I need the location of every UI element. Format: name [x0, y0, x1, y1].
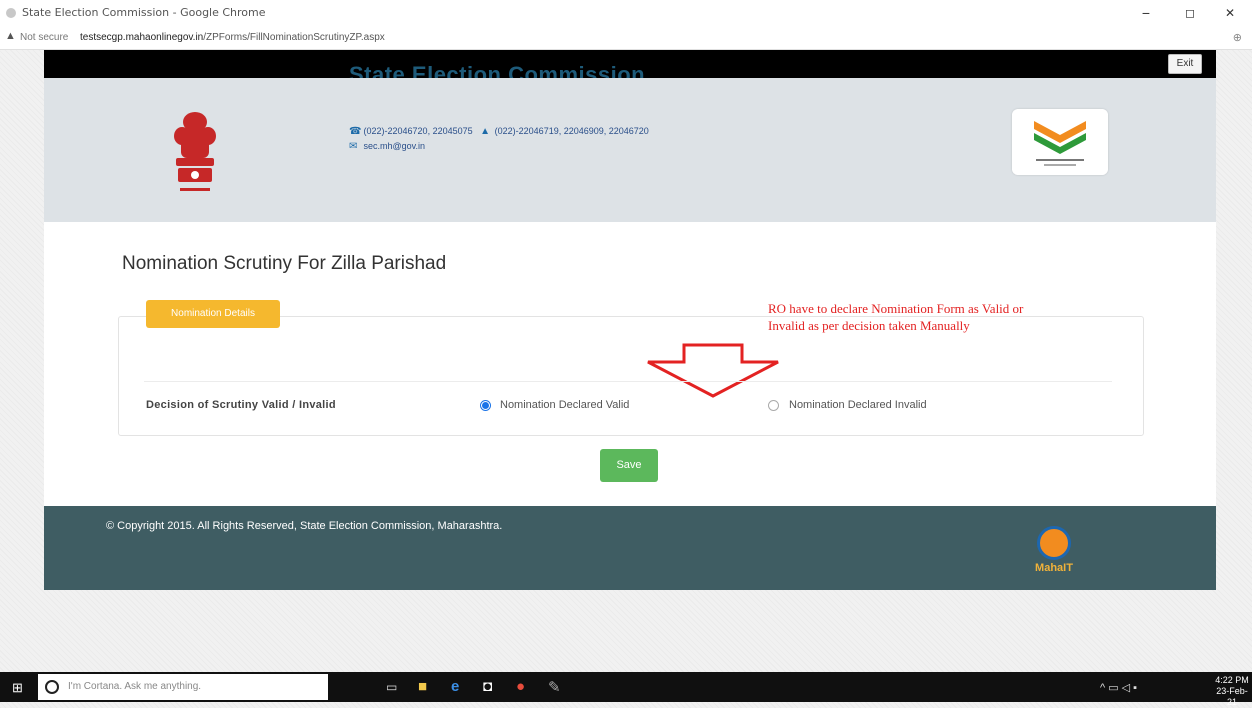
clock-time: 4:22 PM: [1215, 675, 1249, 685]
phone-icon: ☎: [349, 126, 362, 137]
annotation-note: RO have to declare Nomination Form as Va…: [768, 301, 1024, 333]
radio-invalid[interactable]: [768, 400, 779, 411]
windows-start-icon[interactable]: ⊞: [12, 680, 23, 696]
warning-icon: ▲: [5, 30, 16, 42]
url-text[interactable]: testsecgp.mahaonlinegov.in/ZPForms/FillN…: [80, 32, 385, 43]
edge-icon[interactable]: e: [451, 678, 459, 695]
sec-logo-icon: [1012, 109, 1108, 175]
radio-valid[interactable]: [480, 400, 491, 411]
mahait-logo: MahaIT: [1024, 526, 1084, 586]
window-title: State Election Commission - Google Chrom…: [22, 6, 266, 19]
windows-taskbar: ⊞ I'm Cortana. Ask me anything. ▭ ■ e ◘ …: [0, 672, 1252, 707]
contact-info: ☎ (022)-22046720, 22045075 ▲ (022)-22046…: [349, 124, 649, 154]
radio-invalid-label[interactable]: Nomination Declared Invalid: [789, 399, 927, 411]
browser-title-bar: State Election Commission - Google Chrom…: [0, 0, 1252, 27]
file-explorer-icon[interactable]: ■: [418, 678, 427, 695]
web-page: Exit State Election Commission ☎ (022)-2…: [44, 50, 1216, 590]
not-secure-label: Not secure: [20, 32, 69, 43]
fax-icon: ▲: [480, 126, 491, 137]
copyright-text: © Copyright 2015. All Rights Reserved, S…: [106, 520, 503, 532]
panel-tag: Nomination Details: [146, 300, 280, 328]
task-view-icon[interactable]: ▭: [386, 680, 397, 694]
zoom-icon[interactable]: ⊕: [1233, 31, 1242, 44]
fax-numbers: (022)-22046719, 22046909, 22046720: [494, 126, 649, 136]
national-emblem-icon: [174, 112, 216, 191]
email-address: sec.mh@gov.in: [363, 141, 426, 151]
divider: [144, 381, 1112, 382]
cortana-search-box[interactable]: I'm Cortana. Ask me anything.: [38, 674, 328, 700]
url-host: testsecgp.mahaonlinegov.in: [80, 32, 204, 43]
url-path: /ZPForms/FillNominationScrutinyZP.aspx: [203, 32, 385, 43]
page-title: Nomination Scrutiny For Zilla Parishad: [122, 253, 447, 274]
chrome-icon[interactable]: ●: [516, 678, 525, 695]
minimize-button[interactable]: −: [1128, 2, 1164, 24]
cortana-placeholder: I'm Cortana. Ask me anything.: [68, 681, 202, 692]
nomination-details-panel: [118, 316, 1144, 436]
clock-date: 23-Feb-21: [1216, 686, 1248, 707]
maximize-button[interactable]: ◻: [1172, 2, 1208, 24]
exit-button[interactable]: Exit: [1168, 54, 1202, 74]
phone-numbers: (022)-22046720, 22045075: [363, 126, 473, 136]
close-button[interactable]: ✕: [1212, 2, 1248, 24]
system-tray-icons[interactable]: ^ ▭ ◁ ▪: [1100, 681, 1137, 694]
mahait-logo-text: MahaIT: [1035, 562, 1073, 574]
radio-valid-label[interactable]: Nomination Declared Valid: [500, 399, 629, 411]
store-icon[interactable]: ◘: [483, 678, 492, 695]
mahait-logo-icon: [1037, 526, 1071, 560]
cortana-icon: [45, 680, 59, 694]
taskbar-clock[interactable]: 4:22 PM 23-Feb-21: [1212, 675, 1252, 708]
save-button[interactable]: Save: [600, 449, 658, 482]
down-arrow-icon: [647, 343, 779, 398]
site-header: ☎ (022)-22046720, 22045075 ▲ (022)-22046…: [44, 78, 1216, 222]
decision-label: Decision of Scrutiny Valid / Invalid: [146, 399, 336, 411]
site-footer: © Copyright 2015. All Rights Reserved, S…: [44, 506, 1216, 590]
favicon-icon: [6, 8, 16, 18]
email-icon: ✉: [349, 141, 358, 152]
paint-icon[interactable]: ✎: [548, 678, 561, 696]
address-bar[interactable]: ▲ Not secure testsecgp.mahaonlinegov.in/…: [0, 27, 1252, 50]
